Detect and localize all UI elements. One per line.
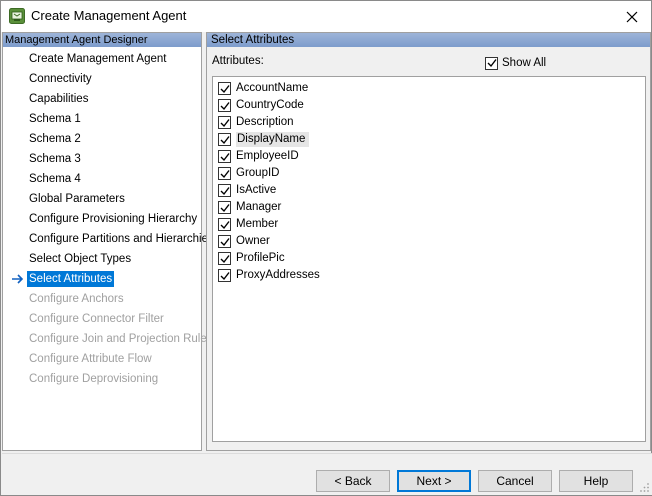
- attribute-checkbox[interactable]: [218, 167, 231, 180]
- attribute-label: ProxyAddresses: [236, 269, 320, 281]
- nav-item-configure-connector-filter: Configure Connector Filter: [29, 313, 164, 325]
- attribute-label: DisplayName: [236, 132, 310, 147]
- nav-item-configure-partitions-and-hierarchies[interactable]: Configure Partitions and Hierarchies: [27, 231, 216, 247]
- nav-item-global-parameters[interactable]: Global Parameters: [27, 191, 127, 207]
- attribute-label: Member: [236, 218, 279, 230]
- checkmark-icon: [220, 254, 230, 263]
- checkmark-icon: [487, 59, 497, 68]
- attribute-item[interactable]: ProfilePic: [218, 250, 288, 267]
- close-button[interactable]: [613, 1, 651, 32]
- attribute-item[interactable]: ProxyAddresses: [218, 267, 323, 284]
- attribute-label: ProfilePic: [236, 252, 285, 264]
- checkmark-icon: [220, 271, 230, 280]
- attribute-item[interactable]: Member: [218, 216, 281, 233]
- attribute-item[interactable]: CountryCode: [218, 97, 307, 114]
- attribute-label: CountryCode: [236, 99, 304, 111]
- attribute-item[interactable]: Manager: [218, 199, 284, 216]
- attributes-list: AccountName CountryCode Description Display…: [212, 76, 646, 442]
- attribute-item[interactable]: Owner: [218, 233, 273, 250]
- show-all-check-box[interactable]: [485, 56, 498, 70]
- attribute-checkbox[interactable]: [218, 252, 231, 265]
- attributes-label: Attributes:: [212, 55, 264, 67]
- attribute-label: Manager: [236, 201, 282, 213]
- nav-item-schema-2[interactable]: Schema 2: [27, 131, 83, 147]
- attribute-label: EmployeeID: [236, 150, 299, 162]
- attribute-label: IsActive: [236, 184, 277, 196]
- attribute-checkbox[interactable]: [218, 269, 231, 282]
- close-icon: [626, 11, 638, 22]
- nav-item-schema-3[interactable]: Schema 3: [27, 151, 83, 167]
- checkmark-icon: [220, 186, 230, 195]
- attribute-checkbox[interactable]: [218, 82, 231, 95]
- back-button[interactable]: < Back: [316, 470, 390, 492]
- designer-steps-pane: Management Agent Designer Create Managem…: [2, 32, 214, 451]
- nav-item-connectivity[interactable]: Connectivity: [27, 71, 94, 87]
- checkmark-icon: [220, 237, 230, 246]
- nav-item-schema-1[interactable]: Schema 1: [27, 111, 83, 127]
- next-button[interactable]: Next >: [397, 470, 471, 492]
- checkmark-icon: [220, 203, 230, 212]
- checkmark-icon: [220, 220, 230, 229]
- wizard-footer: < Back Next > Cancel Help: [2, 453, 652, 495]
- nav-item-select-attributes[interactable]: Select Attributes: [27, 271, 115, 287]
- window-title: Create Management Agent: [31, 8, 187, 23]
- attribute-item[interactable]: AccountName: [218, 80, 311, 97]
- attribute-label: GroupID: [236, 167, 280, 179]
- select-attributes-pane: Select Attributes Attributes: Show All A…: [206, 32, 651, 451]
- nav-item-configure-join-and-projection-rules: Configure Join and Projection Rules: [29, 333, 213, 345]
- title-bar: Create Management Agent: [1, 1, 651, 32]
- show-all-label: Show All: [502, 57, 547, 69]
- attribute-checkbox[interactable]: [218, 133, 231, 146]
- resize-grip-icon[interactable]: [640, 483, 650, 493]
- checkmark-icon: [220, 118, 230, 127]
- attribute-item[interactable]: GroupID: [218, 165, 282, 182]
- arrow-right-icon: [12, 274, 24, 284]
- attribute-item[interactable]: DisplayName: [218, 131, 310, 148]
- checkmark-icon: [220, 169, 230, 178]
- help-button[interactable]: Help: [559, 470, 633, 492]
- nav-item-configure-attribute-flow: Configure Attribute Flow: [29, 353, 152, 365]
- nav-item-configure-provisioning-hierarchy[interactable]: Configure Provisioning Hierarchy: [27, 211, 199, 227]
- attribute-checkbox[interactable]: [218, 218, 231, 231]
- nav-item-capabilities[interactable]: Capabilities: [27, 91, 90, 107]
- attribute-item[interactable]: IsActive: [218, 182, 279, 199]
- management-agent-icon: [9, 8, 25, 24]
- checkmark-icon: [220, 101, 230, 110]
- attribute-label: Owner: [236, 235, 270, 247]
- create-management-agent-window: Create Management Agent Management Agent…: [0, 0, 652, 496]
- checkmark-icon: [220, 152, 230, 161]
- attribute-item[interactable]: EmployeeID: [218, 148, 302, 165]
- attribute-checkbox[interactable]: [218, 150, 231, 163]
- nav-item-create-management-agent[interactable]: Create Management Agent: [27, 51, 168, 67]
- attribute-checkbox[interactable]: [218, 99, 231, 112]
- attribute-checkbox[interactable]: [218, 201, 231, 214]
- checkmark-icon: [220, 135, 230, 144]
- cancel-button[interactable]: Cancel: [478, 470, 552, 492]
- nav-item-configure-anchors: Configure Anchors: [29, 293, 124, 305]
- designer-steps-header: Management Agent Designer: [3, 33, 201, 47]
- attribute-item[interactable]: Description: [218, 114, 297, 131]
- select-attributes-header: Select Attributes: [207, 33, 650, 47]
- attribute-label: Description: [236, 116, 294, 128]
- nav-item-schema-4[interactable]: Schema 4: [27, 171, 83, 187]
- attribute-checkbox[interactable]: [218, 116, 231, 129]
- attribute-label: AccountName: [236, 82, 309, 94]
- attribute-checkbox[interactable]: [218, 235, 231, 248]
- show-all-checkbox[interactable]: Show All: [485, 55, 546, 71]
- checkmark-icon: [220, 84, 230, 93]
- attribute-checkbox[interactable]: [218, 184, 231, 197]
- nav-item-select-object-types[interactable]: Select Object Types: [27, 251, 133, 267]
- nav-item-configure-deprovisioning: Configure Deprovisioning: [29, 373, 159, 385]
